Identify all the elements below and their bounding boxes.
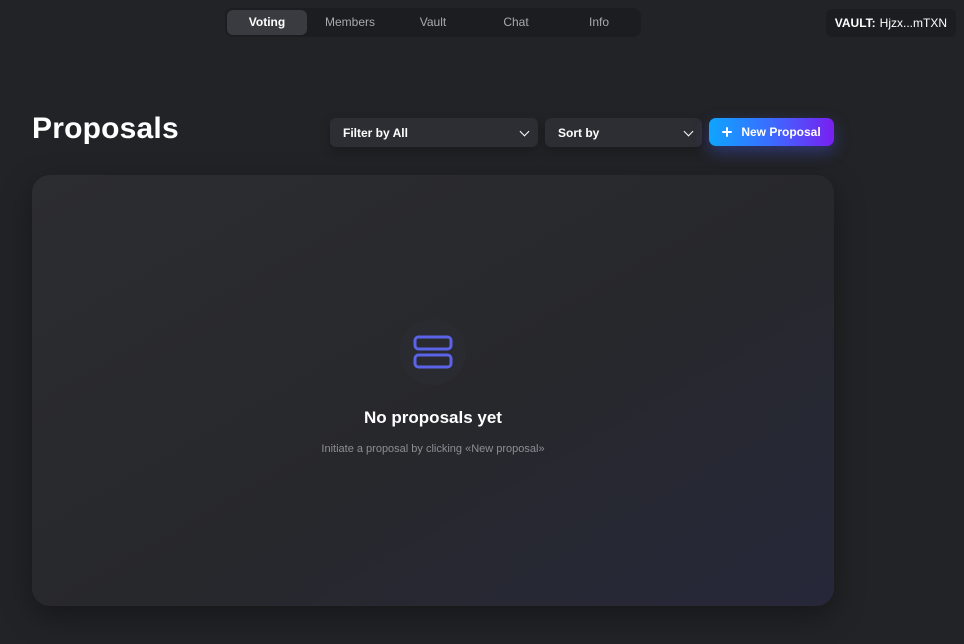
chevron-down-icon	[519, 126, 530, 136]
app-root: Voting Members Vault Chat Info VAULT: Hjz…	[0, 0, 964, 644]
sort-dropdown-label: Sort by	[558, 125, 600, 140]
plus-icon	[722, 127, 733, 137]
vault-address: Hjzx...mTXN	[879, 16, 947, 30]
proposals-panel: No proposals yet Initiate a proposal by …	[32, 175, 834, 606]
sort-dropdown[interactable]: Sort by	[545, 118, 702, 147]
empty-state-title: No proposals yet	[364, 408, 502, 427]
vault-address-badge[interactable]: VAULT: Hjzx...mTXN	[825, 9, 956, 37]
new-proposal-label: New Proposal	[741, 125, 821, 139]
filter-dropdown[interactable]: Filter by All	[330, 118, 538, 147]
empty-state-icon-wrapper	[400, 319, 466, 385]
page-title: Proposals	[32, 112, 179, 145]
filter-dropdown-label: Filter by All	[343, 125, 408, 140]
vault-label: VAULT:	[834, 16, 876, 30]
tab-vault[interactable]: Vault	[393, 10, 473, 35]
stack-icon	[413, 335, 453, 369]
empty-state-subtitle: Initiate a proposal by clicking «New pro…	[321, 443, 545, 455]
new-proposal-button[interactable]: New Proposal	[709, 118, 834, 146]
tab-voting[interactable]: Voting	[227, 10, 307, 35]
tab-chat[interactable]: Chat	[476, 10, 556, 35]
tab-members[interactable]: Members	[310, 10, 390, 35]
chevron-down-icon	[683, 126, 694, 136]
top-navigation: Voting Members Vault Chat Info	[225, 8, 641, 37]
tab-info[interactable]: Info	[559, 10, 639, 35]
